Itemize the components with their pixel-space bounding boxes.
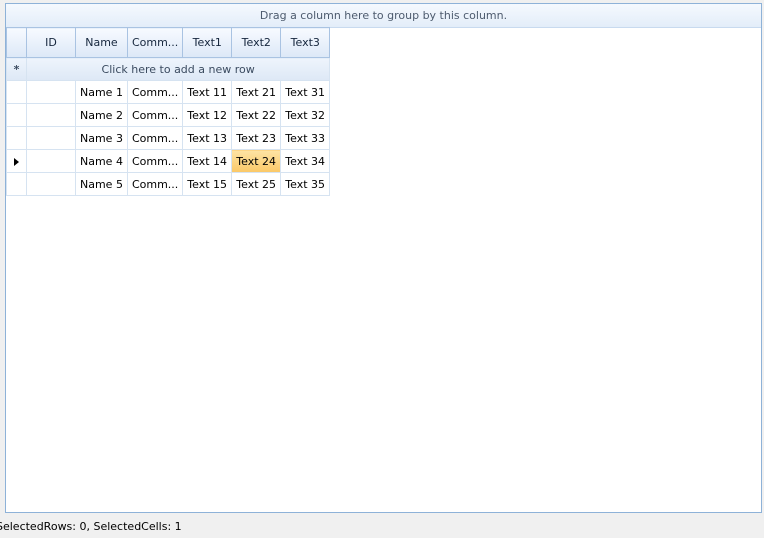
column-header-text1[interactable]: Text1 xyxy=(182,27,233,58)
cell-text1[interactable]: Text 13 xyxy=(182,126,233,150)
new-row-marker: * xyxy=(6,57,27,81)
column-header-comment[interactable]: Comm... xyxy=(126,27,184,58)
column-header-text2[interactable]: Text2 xyxy=(231,27,282,58)
cell-name[interactable]: Name 5 xyxy=(75,172,128,196)
header-row: ID Name Comm... Text1 Text2 Text3 xyxy=(6,27,331,58)
cell-id[interactable] xyxy=(26,126,76,150)
new-row[interactable]: * Click here to add a new row xyxy=(6,57,331,81)
column-header-text3[interactable]: Text3 xyxy=(280,27,331,58)
row-indicator[interactable] xyxy=(6,80,27,104)
cell-name[interactable]: Name 3 xyxy=(75,126,128,150)
table-row[interactable]: Name 1 Comm... Text 11 Text 21 Text 31 xyxy=(6,80,331,104)
table-row[interactable]: Name 5 Comm... Text 15 Text 25 Text 35 xyxy=(6,172,331,196)
row-indicator[interactable] xyxy=(6,126,27,150)
column-header-name[interactable]: Name xyxy=(75,27,128,58)
cell-text1[interactable]: Text 15 xyxy=(182,172,233,196)
cell-text3[interactable]: Text 31 xyxy=(280,80,331,104)
table-row-current[interactable]: Name 4 Comm... Text 14 Text 24 Text 34 xyxy=(6,149,331,173)
cell-comment[interactable]: Comm... xyxy=(126,103,184,127)
table-row[interactable]: Name 3 Comm... Text 13 Text 23 Text 33 xyxy=(6,126,331,150)
cell-text2[interactable]: Text 21 xyxy=(231,80,282,104)
cell-id[interactable] xyxy=(26,172,76,196)
cell-text3[interactable]: Text 33 xyxy=(280,126,331,150)
cell-text1[interactable]: Text 12 xyxy=(182,103,233,127)
cell-comment[interactable]: Comm... xyxy=(126,80,184,104)
cell-text1[interactable]: Text 14 xyxy=(182,149,233,173)
row-indicator-current[interactable] xyxy=(6,149,27,173)
cell-text2[interactable]: Text 23 xyxy=(231,126,282,150)
cell-name[interactable]: Name 2 xyxy=(75,103,128,127)
cell-text3[interactable]: Text 32 xyxy=(280,103,331,127)
cell-comment[interactable]: Comm... xyxy=(126,149,184,173)
selection-status-text: SelectedRows: 0, SelectedCells: 1 xyxy=(0,520,182,533)
group-by-panel[interactable]: Drag a column here to group by this colu… xyxy=(6,4,761,28)
cell-text1[interactable]: Text 11 xyxy=(182,80,233,104)
cell-name[interactable]: Name 1 xyxy=(75,80,128,104)
data-table: ID Name Comm... Text1 Text2 Text3 * Clic… xyxy=(6,27,331,196)
current-row-arrow-icon xyxy=(14,157,19,166)
cell-text2[interactable]: Text 22 xyxy=(231,103,282,127)
row-header-corner[interactable] xyxy=(6,27,27,58)
cell-id[interactable] xyxy=(26,149,76,173)
cell-id[interactable] xyxy=(26,80,76,104)
cell-text3[interactable]: Text 34 xyxy=(280,149,331,173)
add-new-row-button[interactable]: Click here to add a new row xyxy=(25,57,331,81)
row-indicator[interactable] xyxy=(6,103,27,127)
cell-comment[interactable]: Comm... xyxy=(126,126,184,150)
row-indicator[interactable] xyxy=(6,172,27,196)
column-header-id[interactable]: ID xyxy=(26,27,76,58)
cell-text2-selected[interactable]: Text 24 xyxy=(231,149,282,173)
cell-comment[interactable]: Comm... xyxy=(126,172,184,196)
table-row[interactable]: Name 2 Comm... Text 12 Text 22 Text 32 xyxy=(6,103,331,127)
cell-text2[interactable]: Text 25 xyxy=(231,172,282,196)
grid-view[interactable]: Drag a column here to group by this colu… xyxy=(5,3,762,513)
cell-name[interactable]: Name 4 xyxy=(75,149,128,173)
cell-text3[interactable]: Text 35 xyxy=(280,172,331,196)
status-bar: SelectedRows: 0, SelectedCells: 1 xyxy=(0,516,764,538)
cell-id[interactable] xyxy=(26,103,76,127)
